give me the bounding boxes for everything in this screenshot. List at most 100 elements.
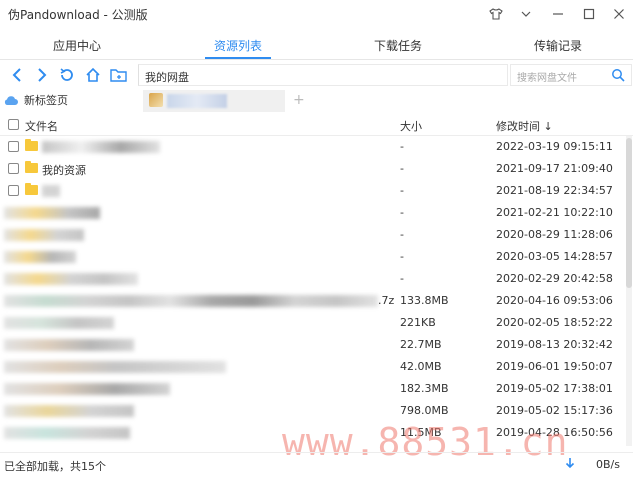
- file-date: 2020-03-05 14:28:57: [496, 250, 613, 263]
- tab-download-tasks[interactable]: 下载任务: [343, 37, 453, 54]
- file-date: 2019-06-01 19:50:07: [496, 360, 613, 373]
- list-item[interactable]: 182.3MB 2019-05-02 17:38:01: [0, 378, 633, 400]
- blurred-name: [4, 273, 138, 285]
- file-size: 221KB: [400, 316, 436, 329]
- download-arrow-icon: [565, 457, 575, 472]
- file-date: 2020-02-05 18:52:22: [496, 316, 613, 329]
- blurred-name: [4, 317, 114, 329]
- list-item[interactable]: - 2020-08-29 11:28:06: [0, 224, 633, 246]
- file-list-header: 文件名 大小 修改时间 ↓: [0, 114, 633, 136]
- file-extension: .7z: [378, 294, 395, 307]
- file-tab-label-blurred: [167, 94, 227, 108]
- file-size: -: [400, 206, 404, 219]
- active-tab-indicator: [205, 57, 271, 59]
- file-size: -: [400, 228, 404, 241]
- tab-transfer-log[interactable]: 传输记录: [503, 37, 613, 54]
- file-date: 2019-05-02 17:38:01: [496, 382, 613, 395]
- folder-icon: [25, 161, 38, 173]
- folder-icon: [25, 183, 38, 195]
- path-bar[interactable]: 我的网盘: [138, 64, 508, 86]
- maximize-icon[interactable]: [579, 4, 599, 24]
- row-checkbox[interactable]: [8, 185, 19, 196]
- path-text: 我的网盘: [145, 71, 189, 84]
- search-box[interactable]: 搜索网盘文件: [510, 64, 632, 86]
- file-tab[interactable]: [143, 90, 285, 112]
- main-tabs: 应用中心 资源列表 下载任务 传输记录: [0, 30, 633, 60]
- cloud-icon: [4, 96, 18, 105]
- blurred-name: [4, 207, 100, 219]
- file-date: 2020-08-29 11:28:06: [496, 228, 613, 241]
- folder-icon: [25, 139, 38, 151]
- status-text: 已全部加载，共15个: [4, 460, 106, 473]
- minimize-icon[interactable]: [548, 4, 568, 24]
- search-icon[interactable]: [611, 68, 625, 85]
- row-checkbox[interactable]: [8, 163, 19, 174]
- browser-tab-row: 新标签页 +: [0, 90, 633, 112]
- list-item[interactable]: 22.7MB 2019-08-13 20:32:42: [0, 334, 633, 356]
- file-size: -: [400, 250, 404, 263]
- skin-icon[interactable]: [486, 4, 506, 24]
- refresh-icon[interactable]: [58, 66, 76, 84]
- blurred-name: [4, 339, 134, 351]
- new-tab[interactable]: 新标签页: [4, 92, 68, 108]
- list-item[interactable]: - 2021-02-21 10:22:10: [0, 202, 633, 224]
- list-item[interactable]: 我的资源 - 2021-09-17 21:09:40: [0, 158, 633, 180]
- file-size: 42.0MB: [400, 360, 442, 373]
- forward-icon[interactable]: [33, 66, 51, 84]
- search-input[interactable]: 搜索网盘文件: [517, 69, 577, 84]
- file-date: 2020-02-29 20:42:58: [496, 272, 613, 285]
- blurred-name: [4, 295, 378, 307]
- tab-resource-list[interactable]: 资源列表: [183, 37, 293, 54]
- blurred-name: [4, 427, 130, 439]
- list-item[interactable]: - 2021-08-19 22:34:57: [0, 180, 633, 202]
- new-folder-icon[interactable]: [110, 66, 128, 84]
- home-icon[interactable]: [84, 66, 102, 84]
- file-date: 2020-04-16 09:53:06: [496, 294, 613, 307]
- blurred-name: [4, 405, 134, 417]
- row-checkbox[interactable]: [8, 141, 19, 152]
- blurred-name: [4, 361, 226, 373]
- new-tab-label: 新标签页: [24, 94, 68, 107]
- blurred-name: [4, 383, 170, 395]
- download-speed: 0B/s: [596, 458, 620, 471]
- list-item[interactable]: 221KB 2020-02-05 18:52:22: [0, 312, 633, 334]
- file-size: 798.0MB: [400, 404, 449, 417]
- scrollbar-thumb[interactable]: [626, 138, 632, 288]
- list-item[interactable]: - 2022-03-19 09:15:11: [0, 136, 633, 158]
- column-size[interactable]: 大小: [400, 118, 422, 134]
- file-date: 2021-09-17 21:09:40: [496, 162, 613, 175]
- close-icon[interactable]: [609, 4, 629, 24]
- blurred-name: [42, 185, 60, 197]
- column-modified[interactable]: 修改时间 ↓: [496, 118, 553, 134]
- file-date: 2021-02-21 10:22:10: [496, 206, 613, 219]
- file-size: -: [400, 184, 404, 197]
- file-thumbnail: [149, 93, 163, 107]
- file-date: 2022-03-19 09:15:11: [496, 140, 613, 153]
- file-size: -: [400, 162, 404, 175]
- list-item[interactable]: 798.0MB 2019-05-02 15:17:36: [0, 400, 633, 422]
- file-size: 22.7MB: [400, 338, 442, 351]
- select-all-checkbox[interactable]: [8, 119, 19, 130]
- file-size: 133.8MB: [400, 294, 449, 307]
- window-title: 伪Pandownload - 公测版: [8, 8, 148, 22]
- list-item[interactable]: 42.0MB 2019-06-01 19:50:07: [0, 356, 633, 378]
- title-bar: 伪Pandownload - 公测版: [0, 0, 633, 28]
- blurred-name: [4, 229, 84, 241]
- status-bar: 已全部加载，共15个 0B/s: [0, 452, 633, 477]
- blurred-name: [4, 251, 76, 263]
- blurred-name: [42, 141, 160, 153]
- dropdown-icon[interactable]: [516, 4, 536, 24]
- add-tab-icon[interactable]: +: [293, 92, 305, 108]
- toolbar: 我的网盘 搜索网盘文件: [0, 62, 633, 88]
- file-date: 2019-08-13 20:32:42: [496, 338, 613, 351]
- file-name: 我的资源: [42, 164, 86, 177]
- column-name[interactable]: 文件名: [25, 118, 58, 134]
- list-item[interactable]: .7z 133.8MB 2020-04-16 09:53:06: [0, 290, 633, 312]
- file-date: 2021-08-19 22:34:57: [496, 184, 613, 197]
- list-item[interactable]: - 2020-02-29 20:42:58: [0, 268, 633, 290]
- file-size: 182.3MB: [400, 382, 449, 395]
- list-item[interactable]: - 2020-03-05 14:28:57: [0, 246, 633, 268]
- tab-app-center[interactable]: 应用中心: [22, 37, 132, 54]
- file-size: -: [400, 140, 404, 153]
- back-icon[interactable]: [8, 66, 26, 84]
